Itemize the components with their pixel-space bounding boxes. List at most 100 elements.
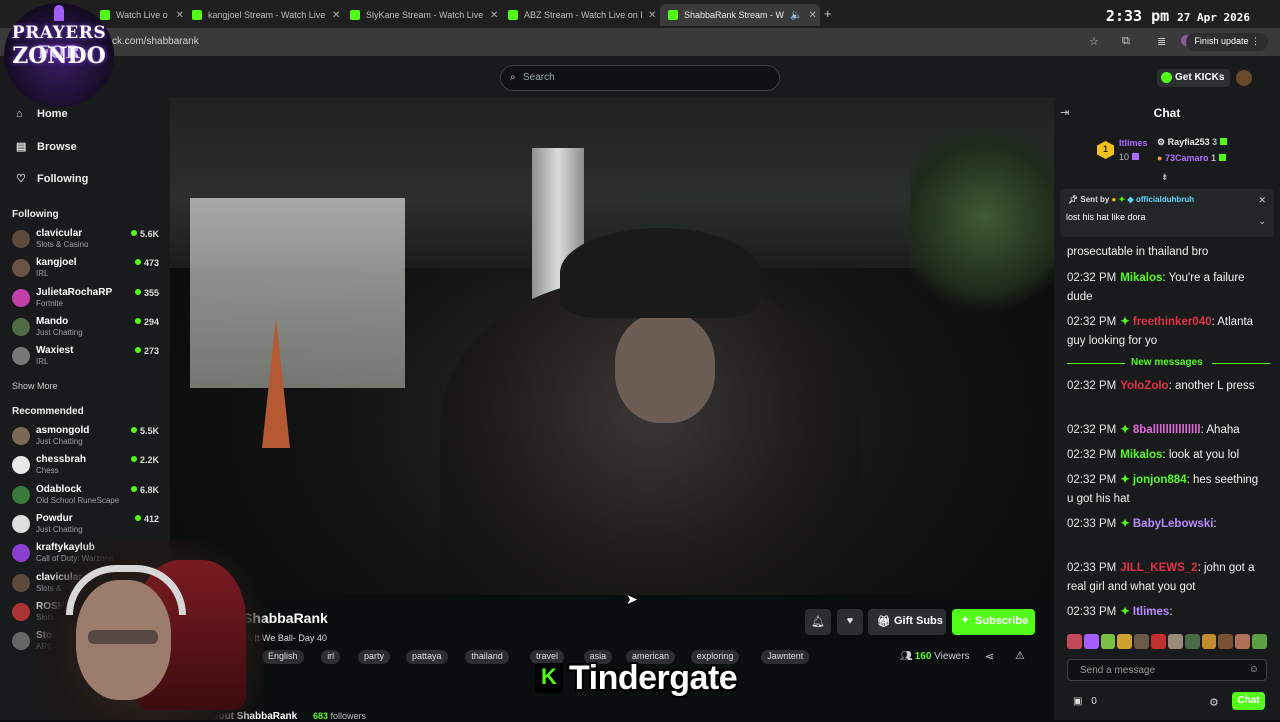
leaderboard-user[interactable]: ⚙ Rayfia253 3 bbox=[1157, 137, 1227, 148]
unpin-icon[interactable]: ✕ bbox=[1258, 195, 1266, 206]
url-field[interactable]: ck.com/shabbarank bbox=[112, 36, 199, 47]
star-icon: ✦ bbox=[961, 615, 970, 626]
chat-message[interactable]: 02:32 PM Mikalos: You're a failure dude bbox=[1067, 269, 1267, 307]
browser-tab-active[interactable]: ShabbaRank Stream - Watc🔈✕ bbox=[660, 4, 820, 26]
extensions-icon[interactable]: ⧉ bbox=[1122, 35, 1130, 48]
video-scene bbox=[910, 118, 1054, 318]
nav-browse[interactable]: ▤ Browse bbox=[16, 140, 77, 154]
nav-home[interactable]: ⌂ Home bbox=[16, 108, 68, 120]
emote-icon[interactable] bbox=[1151, 634, 1166, 649]
leaderboard-user[interactable]: Itlimes bbox=[1119, 138, 1148, 148]
chat-username[interactable]: JILL_KEWS_2 bbox=[1120, 562, 1197, 574]
leaderboard-user[interactable]: ● 73Camaro 1 bbox=[1157, 153, 1226, 163]
emoji-picker-icon[interactable]: ☺ bbox=[1249, 664, 1259, 675]
browser-tab[interactable]: ABZ Stream - Watch Live on Ki ✕ bbox=[500, 4, 656, 26]
chat-timestamp: 02:33 PM bbox=[1067, 518, 1117, 530]
close-tab-icon[interactable]: ✕ bbox=[332, 10, 340, 21]
send-chat-button[interactable]: Chat bbox=[1232, 692, 1265, 710]
channel-name: Waxiest bbox=[36, 345, 74, 357]
bookmark-star-icon[interactable]: ☆ bbox=[1089, 35, 1099, 48]
chat-username[interactable]: Mikalos bbox=[1120, 449, 1162, 461]
kicks-balance[interactable]: ▣ 0 bbox=[1073, 696, 1097, 707]
chat-username[interactable]: 8balllllllllllllll bbox=[1133, 424, 1201, 436]
emote-icon[interactable] bbox=[1134, 634, 1150, 649]
close-tab-icon[interactable]: ✕ bbox=[648, 10, 656, 21]
chat-message[interactable]: 02:32 PM YoloZolo: another L press bbox=[1067, 377, 1267, 396]
sidebar-channel[interactable]: JulietaRochaRP Fortnite 355 bbox=[12, 286, 162, 312]
get-kicks-button[interactable]: Get KICKs bbox=[1157, 69, 1231, 87]
video-player[interactable] bbox=[170, 98, 1054, 595]
stream-tag[interactable]: pattaya bbox=[406, 650, 448, 664]
close-tab-icon[interactable]: ✕ bbox=[176, 10, 184, 21]
chat-username[interactable]: Mikalos bbox=[1120, 272, 1162, 284]
subscribe-button[interactable]: ✦ Subscribe bbox=[952, 609, 1035, 635]
chat-message[interactable]: 02:32 PM ✦ jonjon884: hes seething u got h… bbox=[1067, 471, 1267, 509]
sidebar-channel[interactable]: Waxiest IRL 273 bbox=[12, 344, 162, 370]
emote-icon[interactable] bbox=[1067, 634, 1082, 649]
chat-message[interactable]: prosecutable in thailand bro bbox=[1067, 243, 1267, 262]
chat-message[interactable]: 02:32 PM ✦ freethinker040: Atlanta guy loo… bbox=[1067, 313, 1267, 351]
collapse-chat-icon[interactable]: ⇥ bbox=[1060, 106, 1069, 119]
stream-tag[interactable]: irl bbox=[321, 650, 341, 664]
emote-icon[interactable] bbox=[1218, 634, 1234, 649]
emote-icon[interactable] bbox=[1252, 634, 1267, 649]
avatar bbox=[12, 514, 30, 533]
stream-tag[interactable]: thailand bbox=[465, 650, 509, 664]
chat-message[interactable]: 02:32 PM Mikalos: look at you lol bbox=[1067, 446, 1267, 465]
stream-tag[interactable]: Jawntent bbox=[761, 650, 810, 664]
sidebar-channel[interactable]: Odablock Old School RuneScape 6.8K bbox=[12, 483, 162, 509]
close-tab-icon[interactable]: ✕ bbox=[808, 10, 816, 21]
stream-tag[interactable]: party bbox=[358, 650, 391, 664]
emote-icon[interactable] bbox=[1235, 634, 1251, 649]
new-tab-button[interactable]: + bbox=[824, 6, 832, 21]
emote-icon[interactable] bbox=[1184, 634, 1200, 649]
notifications-button[interactable]: 🔔︎ bbox=[805, 609, 831, 635]
chat-username[interactable]: Itlimes bbox=[1133, 606, 1169, 618]
channel-category: Just Chatting bbox=[36, 524, 83, 534]
channel-category: Slots & Casino bbox=[36, 240, 89, 249]
pinned-message[interactable]: 📌︎ Sent by ● ✦ ◆ officialduhbruh lost hi… bbox=[1060, 189, 1274, 237]
nav-following[interactable]: ♡ Following bbox=[16, 172, 88, 186]
live-dot-icon bbox=[130, 427, 137, 433]
user-avatar[interactable] bbox=[1236, 70, 1252, 86]
share-icon[interactable]: ⋖ bbox=[985, 650, 994, 663]
gem-badge-icon: ✦ bbox=[1120, 316, 1130, 328]
chat-message[interactable]: 02:32 PM ✦ 8balllllllllllllll: Ahaha bbox=[1067, 421, 1267, 440]
sidebar-channel[interactable]: clavicular Slots & Casino 5.6K bbox=[12, 227, 162, 253]
close-tab-icon[interactable]: ✕ bbox=[490, 10, 498, 21]
chat-username[interactable]: freethinker040 bbox=[1133, 316, 1212, 328]
search-icon: ⌕ bbox=[510, 72, 516, 83]
emote-icon[interactable] bbox=[1100, 634, 1116, 649]
follow-button[interactable]: ♥ bbox=[837, 609, 863, 635]
emote-icon[interactable] bbox=[1201, 634, 1217, 649]
sidebar-channel[interactable]: asmongold Just Chatting 5.5K bbox=[12, 424, 162, 450]
expand-leaderboard-icon[interactable]: ⇟ bbox=[1161, 172, 1169, 183]
gift-subs-button[interactable]: 🎁︎ Gift Subs bbox=[868, 609, 946, 635]
chat-message[interactable]: 02:33 PM ✦ Itlimes: bbox=[1067, 603, 1267, 622]
chat-message[interactable]: 02:33 PM JILL_KEWS_2: john got a real gir… bbox=[1067, 559, 1267, 597]
gear-icon[interactable]: ⚙ bbox=[1209, 696, 1219, 709]
show-more-link[interactable]: Show More bbox=[12, 381, 58, 391]
avatar bbox=[12, 259, 30, 278]
emote-icon[interactable] bbox=[1167, 634, 1183, 649]
sidebar-channel[interactable]: chessbrah Chess 2.2K bbox=[12, 453, 162, 479]
sidebar-channel[interactable]: kangjoel IRL 473 bbox=[12, 256, 162, 282]
mute-tab-icon[interactable]: 🔈 bbox=[790, 10, 802, 21]
sidebar-channel[interactable]: Powdur Just Chatting 412 bbox=[12, 512, 162, 538]
search-input[interactable]: ⌕ Search bbox=[500, 65, 780, 91]
emote-icon[interactable] bbox=[1117, 634, 1133, 649]
media-controls-icon[interactable]: ≣ bbox=[1157, 35, 1166, 48]
stream-tag[interactable]: English bbox=[262, 650, 304, 664]
chat-username[interactable]: BabyLebowski bbox=[1133, 518, 1214, 530]
report-icon[interactable]: ⚠ bbox=[1015, 649, 1025, 662]
chat-message-input[interactable]: Send a message ☺ bbox=[1067, 659, 1267, 681]
browser-tab[interactable]: kangjoel Stream - Watch Live o ✕ bbox=[184, 4, 340, 26]
chat-message[interactable]: 02:33 PM ✦ BabyLebowski: bbox=[1067, 515, 1267, 534]
chat-username[interactable]: YoloZolo bbox=[1120, 380, 1168, 392]
sidebar-channel[interactable]: Mando Just Chatting 294 bbox=[12, 315, 162, 341]
finish-update-button[interactable]: Finish update ⋮ bbox=[1186, 33, 1268, 51]
browser-tab[interactable]: SlyKane Stream - Watch Live o ✕ bbox=[342, 4, 498, 26]
chat-username[interactable]: jonjon884 bbox=[1133, 474, 1187, 486]
emote-icon[interactable] bbox=[1083, 634, 1099, 649]
chevron-down-icon[interactable]: ⌄ bbox=[1258, 216, 1266, 227]
